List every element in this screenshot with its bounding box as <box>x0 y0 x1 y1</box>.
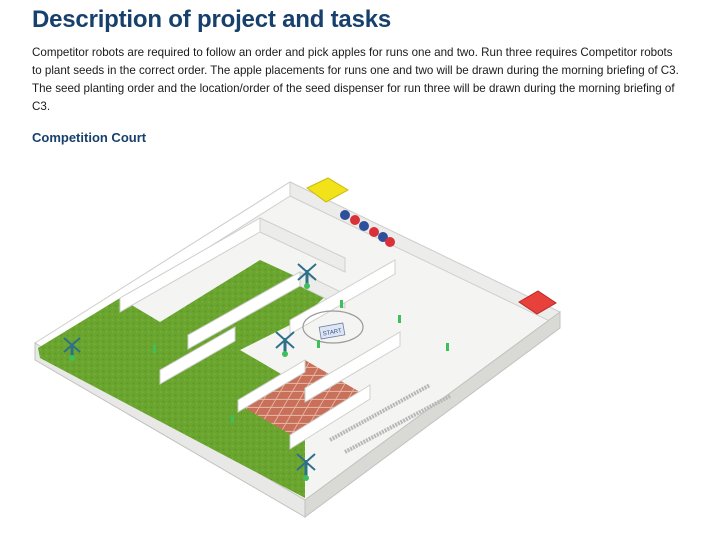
document-page: Description of project and tasks Competi… <box>0 0 705 550</box>
page-title: Description of project and tasks <box>32 6 392 33</box>
competition-court-figure: START <box>0 160 705 545</box>
section-heading-competition-court: Competition Court <box>32 130 147 145</box>
competition-court-illustration: START <box>34 177 561 518</box>
description-paragraph: Competitor robots are required to follow… <box>32 46 679 113</box>
